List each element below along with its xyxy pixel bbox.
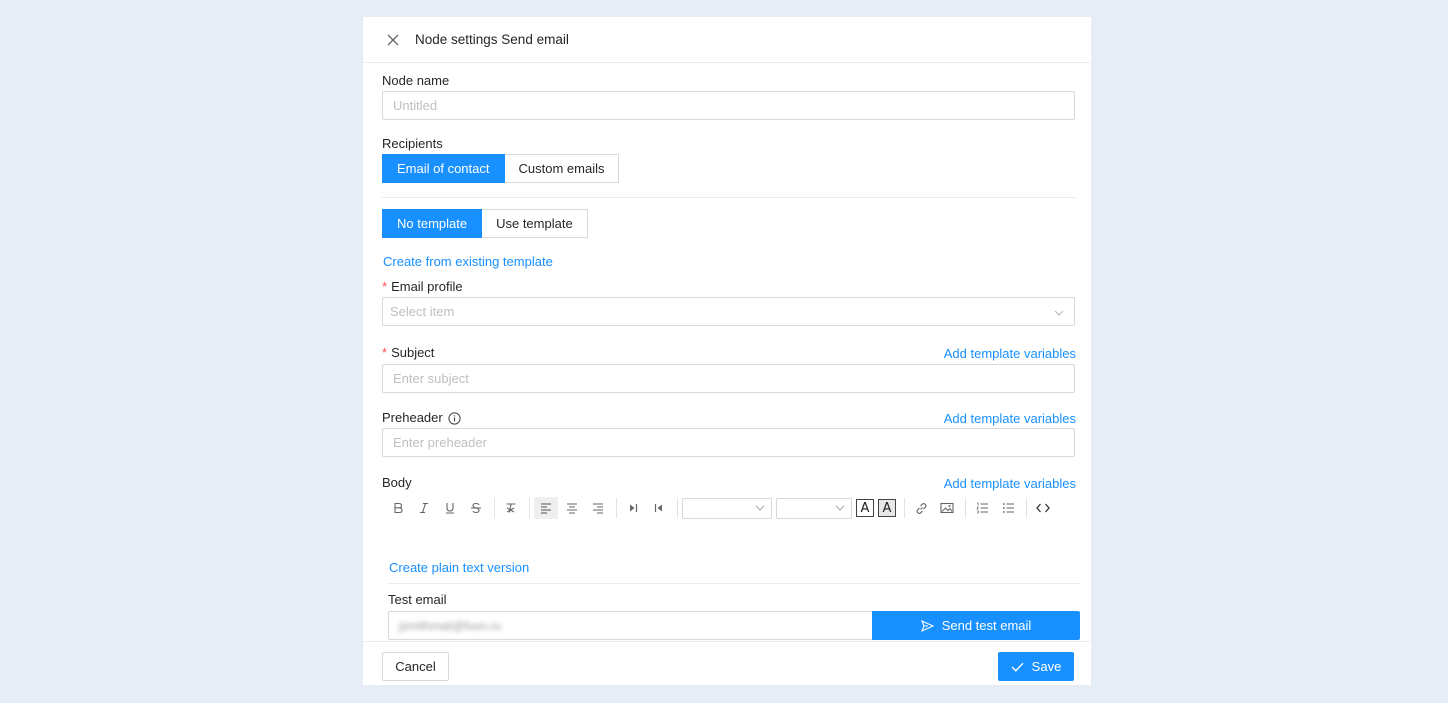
align-right-icon[interactable]	[586, 497, 610, 519]
ordered-list-icon[interactable]	[970, 497, 994, 519]
italic-icon[interactable]	[412, 497, 436, 519]
bullet-list-icon[interactable]	[996, 497, 1020, 519]
modal-header: Node settings Send email	[363, 17, 1091, 63]
preheader-placeholder: Enter preheader	[393, 435, 487, 450]
node-settings-modal: Node settings Send email Node name Untit…	[363, 17, 1091, 685]
email-profile-placeholder: Select item	[390, 304, 455, 319]
required-mark: *	[382, 345, 388, 360]
modal-footer: Cancel Save	[363, 641, 1091, 685]
preheader-header: Preheader Add template variables	[382, 410, 1076, 426]
chevron-down-icon	[835, 505, 845, 511]
chevron-down-icon	[755, 505, 765, 511]
bold-icon[interactable]	[386, 497, 410, 519]
send-test-email-label: Send test email	[941, 618, 1032, 633]
check-icon	[1011, 662, 1024, 672]
link-icon[interactable]	[909, 497, 933, 519]
node-name-placeholder: Untitled	[393, 98, 438, 113]
cancel-button[interactable]: Cancel	[382, 652, 449, 681]
toolbar-separator	[677, 498, 678, 518]
node-name-input[interactable]: Untitled	[382, 91, 1075, 120]
email-profile-select[interactable]: Select item	[382, 297, 1075, 326]
create-from-template-link[interactable]: Create from existing template	[383, 254, 553, 269]
body-label: Body	[382, 475, 412, 490]
subject-input[interactable]: Enter subject	[382, 364, 1075, 393]
subject-placeholder: Enter subject	[393, 371, 469, 386]
align-left-icon[interactable]	[534, 497, 558, 519]
subject-label: * Subject	[382, 345, 434, 361]
send-test-email-button[interactable]: Send test email	[872, 611, 1080, 640]
modal-title: Node settings Send email	[415, 32, 569, 47]
required-mark: *	[382, 279, 388, 294]
form-body: Node name Untitled Recipients Email of c…	[382, 63, 1080, 640]
email-profile-label-text: Email profile	[391, 279, 463, 294]
preheader-label-text: Preheader	[382, 410, 443, 425]
template-option-use-template[interactable]: Use template	[482, 209, 588, 238]
toolbar-separator	[529, 498, 530, 518]
font-family-select[interactable]	[682, 497, 772, 519]
editor-toolbar: A A	[382, 496, 1076, 520]
create-plain-text-link[interactable]: Create plain text version	[389, 560, 529, 575]
info-icon[interactable]	[448, 411, 461, 425]
align-center-icon[interactable]	[560, 497, 584, 519]
recipients-option-custom-emails[interactable]: Custom emails	[504, 154, 620, 183]
code-view-icon[interactable]	[1031, 497, 1055, 519]
test-email-row: jsmithmail@fusn.ru Send test email	[388, 611, 1080, 640]
body-add-variables-link[interactable]: Add template variables	[944, 476, 1076, 491]
preheader-add-variables-link[interactable]: Add template variables	[944, 411, 1076, 426]
subject-add-variables-link[interactable]: Add template variables	[944, 346, 1076, 361]
underline-icon[interactable]	[438, 497, 462, 519]
save-label: Save	[1031, 659, 1062, 674]
test-email-label: Test email	[388, 592, 447, 607]
indent-icon[interactable]	[621, 497, 645, 519]
save-button[interactable]: Save	[998, 652, 1074, 681]
section-divider	[382, 197, 1076, 198]
section-divider	[388, 583, 1080, 584]
font-size-select[interactable]	[776, 497, 852, 519]
recipients-toggle: Email of contact Custom emails	[382, 154, 1076, 183]
node-name-label: Node name	[382, 73, 450, 88]
recipients-option-email-of-contact[interactable]: Email of contact	[382, 154, 505, 183]
image-icon[interactable]	[935, 497, 959, 519]
toolbar-separator	[616, 498, 617, 518]
outdent-icon[interactable]	[647, 497, 671, 519]
send-icon	[920, 619, 934, 632]
close-icon[interactable]	[385, 32, 401, 48]
template-option-no-template[interactable]: No template	[382, 209, 483, 238]
preheader-label: Preheader	[382, 410, 461, 426]
subject-label-text: Subject	[391, 345, 435, 360]
toolbar-separator	[1026, 498, 1027, 518]
email-profile-label: * Email profile	[382, 279, 1076, 295]
template-toggle: No template Use template	[382, 209, 1076, 238]
strikethrough-icon[interactable]	[464, 497, 488, 519]
recipients-label: Recipients	[382, 136, 443, 151]
preheader-input[interactable]: Enter preheader	[382, 428, 1075, 457]
clear-format-icon[interactable]	[499, 497, 523, 519]
body-header: Body Add template variables	[382, 475, 1076, 491]
background-color-icon[interactable]: A	[878, 499, 896, 517]
text-color-icon[interactable]: A	[856, 499, 874, 517]
subject-header: * Subject Add template variables	[382, 345, 1076, 361]
toolbar-separator	[965, 498, 966, 518]
chevron-down-icon	[1054, 304, 1064, 319]
test-email-input[interactable]: jsmithmail@fusn.ru	[388, 611, 872, 640]
toolbar-separator	[494, 498, 495, 518]
toolbar-separator	[904, 498, 905, 518]
test-email-value: jsmithmail@fusn.ru	[399, 618, 502, 633]
